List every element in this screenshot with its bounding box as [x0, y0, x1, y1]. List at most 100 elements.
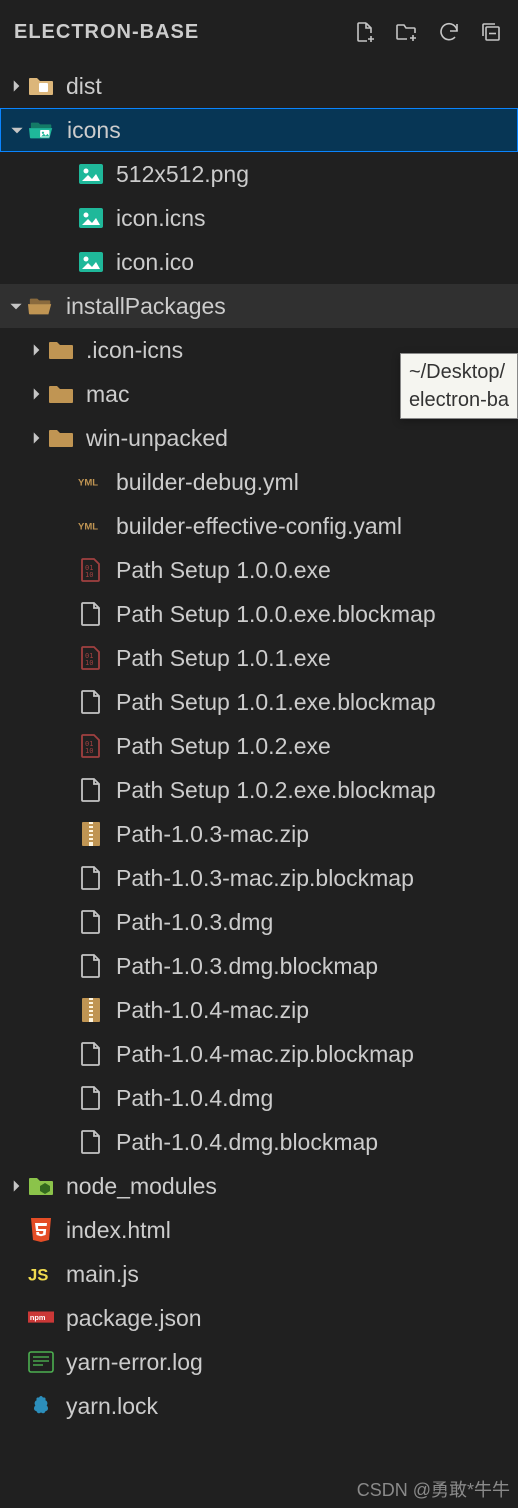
svg-text:JS: JS [28, 1266, 48, 1285]
chevron-down-icon[interactable] [5, 118, 29, 142]
file-icon [78, 1129, 104, 1155]
file-label: dist [66, 73, 102, 100]
file-label: Path Setup 1.0.1.exe [116, 645, 331, 672]
log-icon [28, 1349, 54, 1375]
svg-text:npm: npm [30, 1313, 46, 1322]
js-icon: JS [28, 1261, 54, 1287]
tree-row[interactable]: Path-1.0.3.dmg.blockmap [0, 944, 518, 988]
tree-row[interactable]: Path-1.0.4.dmg.blockmap [0, 1120, 518, 1164]
folder-brown-icon [48, 425, 74, 451]
chevron-right-icon[interactable] [24, 338, 48, 362]
chevron-right-icon[interactable] [24, 426, 48, 450]
file-label: builder-effective-config.yaml [116, 513, 402, 540]
folder-yellow-icon [28, 73, 54, 99]
tree-row[interactable]: 0110Path Setup 1.0.0.exe [0, 548, 518, 592]
tree-row[interactable]: icon.ico [0, 240, 518, 284]
chevron-right-icon[interactable] [24, 382, 48, 406]
tree-row[interactable]: JSmain.js [0, 1252, 518, 1296]
file-label: Path Setup 1.0.2.exe.blockmap [116, 777, 436, 804]
image-icon [78, 205, 104, 231]
file-label: icon.ico [116, 249, 194, 276]
folder-node-icon [28, 1173, 54, 1199]
tree-row[interactable]: yarn-error.log [0, 1340, 518, 1384]
file-icon [78, 1041, 104, 1067]
file-label: Path Setup 1.0.0.exe.blockmap [116, 601, 436, 628]
tooltip-line1: ~/Desktop/ [409, 358, 509, 386]
html-icon [28, 1217, 54, 1243]
tree-row[interactable]: Path-1.0.3.dmg [0, 900, 518, 944]
file-label: Path Setup 1.0.0.exe [116, 557, 331, 584]
refresh-icon[interactable] [436, 19, 462, 45]
file-label: Path Setup 1.0.2.exe [116, 733, 331, 760]
svg-text:10: 10 [85, 659, 93, 667]
tree-row[interactable]: YML builder-effective-config.yaml [0, 504, 518, 548]
file-label: index.html [66, 1217, 171, 1244]
tree-row[interactable]: installPackages [0, 284, 518, 328]
tree-row[interactable]: index.html [0, 1208, 518, 1252]
tree-row[interactable]: 0110Path Setup 1.0.1.exe [0, 636, 518, 680]
file-icon [78, 953, 104, 979]
file-icon [78, 777, 104, 803]
exe-icon: 0110 [78, 733, 104, 759]
tree-row[interactable]: dist [0, 64, 518, 108]
file-label: installPackages [66, 293, 226, 320]
collapse-all-icon[interactable] [478, 19, 504, 45]
tree-row[interactable]: Path-1.0.4.dmg [0, 1076, 518, 1120]
tree-row[interactable]: icons [0, 108, 518, 152]
chevron-right-icon[interactable] [4, 1174, 28, 1198]
folder-open-brown-icon [28, 293, 54, 319]
tree-row[interactable]: Path Setup 1.0.1.exe.blockmap [0, 680, 518, 724]
explorer-header: ELECTRON-BASE [0, 0, 518, 64]
folder-brown-icon [48, 337, 74, 363]
tree-row[interactable]: Path-1.0.3-mac.zip.blockmap [0, 856, 518, 900]
tree-row[interactable]: Path-1.0.4-mac.zip [0, 988, 518, 1032]
tree-row[interactable]: Path-1.0.3-mac.zip [0, 812, 518, 856]
file-label: builder-debug.yml [116, 469, 299, 496]
file-label: yarn-error.log [66, 1349, 203, 1376]
file-icon [78, 865, 104, 891]
tree-row[interactable]: YML builder-debug.yml [0, 460, 518, 504]
folder-brown-icon [48, 381, 74, 407]
tree-row[interactable]: Path Setup 1.0.2.exe.blockmap [0, 768, 518, 812]
file-label: node_modules [66, 1173, 217, 1200]
tooltip-line2: electron-ba [409, 386, 509, 414]
file-label: Path-1.0.3-mac.zip [116, 821, 309, 848]
file-label: Path-1.0.3-mac.zip.blockmap [116, 865, 414, 892]
zip-icon [78, 997, 104, 1023]
svg-text:YML: YML [78, 477, 98, 488]
file-label: Path-1.0.4-mac.zip [116, 997, 309, 1024]
new-folder-icon[interactable] [394, 19, 420, 45]
tree-row[interactable]: win-unpacked [0, 416, 518, 460]
yarn-icon [28, 1393, 54, 1419]
project-title: ELECTRON-BASE [14, 21, 199, 44]
folder-image-open-icon [29, 117, 55, 143]
image-icon [78, 161, 104, 187]
file-label: Path-1.0.4-mac.zip.blockmap [116, 1041, 414, 1068]
yaml-icon: YML [78, 469, 104, 495]
chevron-right-icon[interactable] [4, 74, 28, 98]
new-file-icon[interactable] [352, 19, 378, 45]
file-icon [78, 1085, 104, 1111]
file-label: Path-1.0.4.dmg [116, 1085, 273, 1112]
file-icon [78, 601, 104, 627]
file-label: yarn.lock [66, 1393, 158, 1420]
zip-icon [78, 821, 104, 847]
file-icon [78, 909, 104, 935]
tree-row[interactable]: 0110 Path Setup 1.0.2.exe [0, 724, 518, 768]
tree-row[interactable]: node_modules [0, 1164, 518, 1208]
path-tooltip: ~/Desktop/ electron-ba [400, 353, 518, 419]
tree-row[interactable]: yarn.lock [0, 1384, 518, 1428]
image-icon [78, 249, 104, 275]
file-label: Path Setup 1.0.1.exe.blockmap [116, 689, 436, 716]
tree-row[interactable]: 512x512.png [0, 152, 518, 196]
tree-row[interactable]: Path-1.0.4-mac.zip.blockmap [0, 1032, 518, 1076]
npm-icon: npm [28, 1305, 54, 1331]
file-label: 512x512.png [116, 161, 249, 188]
tree-row[interactable]: npmpackage.json [0, 1296, 518, 1340]
tree-row[interactable]: icon.icns [0, 196, 518, 240]
chevron-down-icon[interactable] [4, 294, 28, 318]
tree-row[interactable]: Path Setup 1.0.0.exe.blockmap [0, 592, 518, 636]
yaml-icon: YML [78, 513, 104, 539]
file-label: Path-1.0.3.dmg.blockmap [116, 953, 378, 980]
watermark: CSDN @勇敢*牛牛 [357, 1476, 510, 1502]
